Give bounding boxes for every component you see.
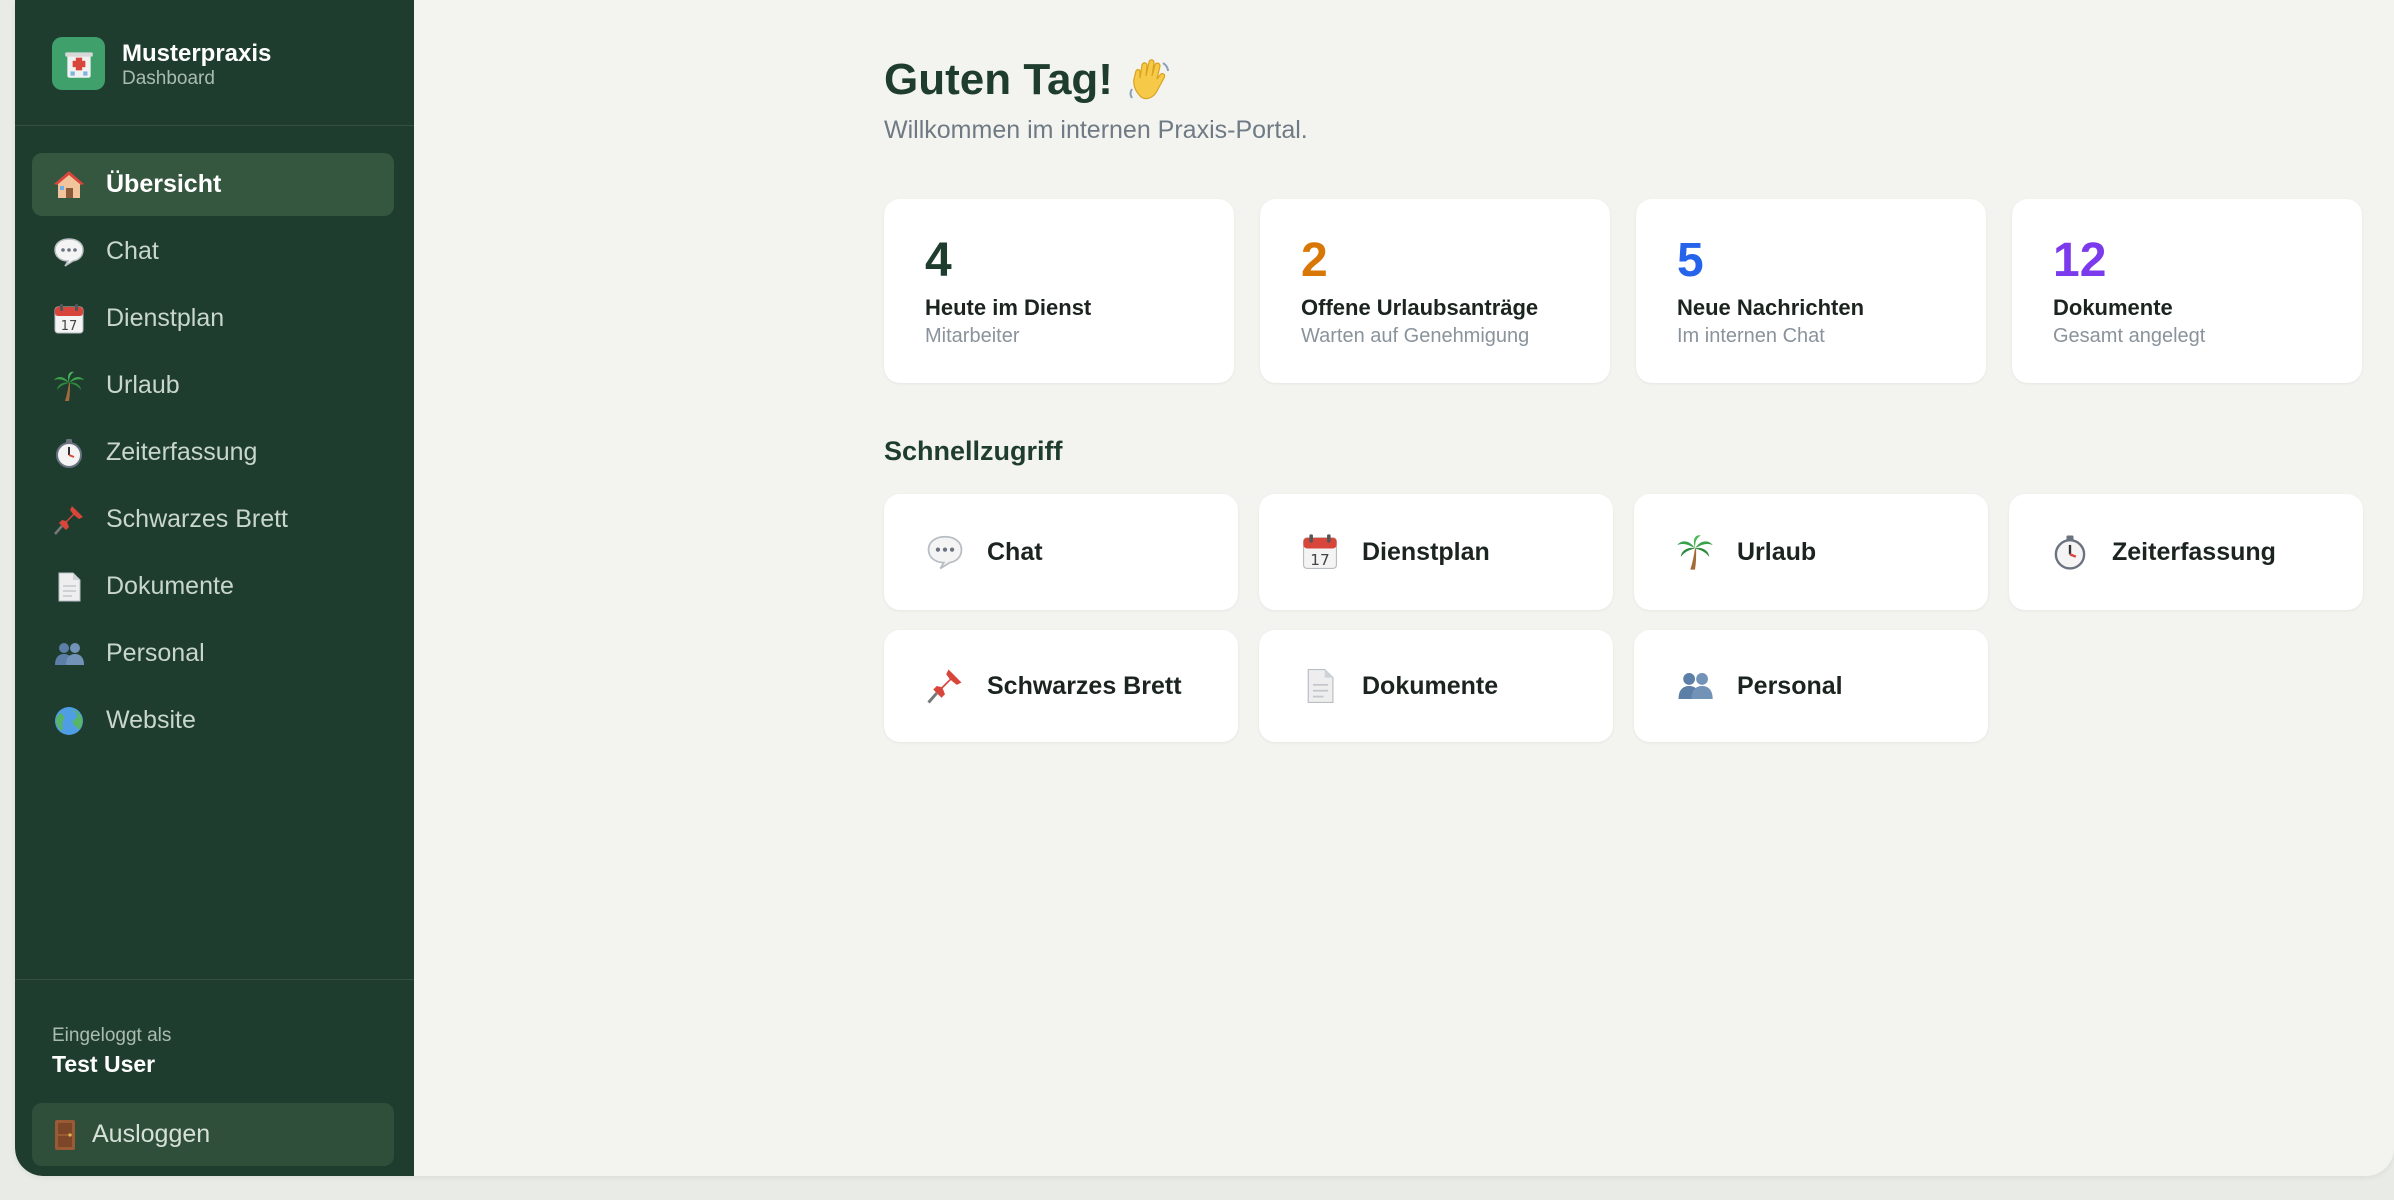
hospital-icon — [52, 37, 105, 90]
speech-bubble-icon — [52, 235, 86, 269]
stat-value: 12 — [2053, 234, 2107, 287]
stat-card-dokumente: 12 Dokumente Gesamt angelegt — [2012, 199, 2362, 383]
quick-tile-dienstplan[interactable]: Dienstplan — [1259, 494, 1613, 610]
sidebar-footer: Eingeloggt als Test User Ausloggen — [15, 979, 414, 1176]
sidebar-item-label: Dienstplan — [106, 304, 225, 332]
greeting-text: Guten Tag! — [884, 55, 1113, 104]
logged-in-user: Test User — [52, 1051, 156, 1077]
stat-value: 2 — [1301, 234, 1328, 287]
quick-access-grid: Chat Dienstplan Urlaub Zeiterfassung Sch… — [884, 494, 2364, 742]
calendar-icon — [1300, 532, 1340, 572]
pushpin-icon — [52, 503, 86, 537]
stat-label: Dokumente — [2053, 295, 2173, 320]
stat-card-nachrichten: 5 Neue Nachrichten Im internen Chat — [1636, 199, 1986, 383]
stat-label: Neue Nachrichten — [1677, 295, 1865, 320]
sidebar-item-zeiterfassung[interactable]: Zeiterfassung — [32, 421, 394, 484]
quick-tile-chat[interactable]: Chat — [884, 494, 1238, 610]
quick-access-title: Schnellzugriff — [884, 436, 1063, 466]
stats-row: 4 Heute im Dienst Mitarbeiter 2 Offene U… — [884, 199, 2364, 383]
stat-sub: Warten auf Genehmigung — [1301, 325, 1530, 347]
document-icon — [52, 570, 86, 604]
logout-label: Ausloggen — [92, 1120, 211, 1148]
palm-tree-icon — [1675, 532, 1715, 572]
sidebar-item-label: Chat — [106, 237, 159, 265]
quick-tile-schwarzes-brett[interactable]: Schwarzes Brett — [884, 630, 1238, 742]
sidebar-item-personal[interactable]: Personal — [32, 622, 394, 685]
logged-in-label: Eingeloggt als — [52, 1025, 172, 1046]
sidebar-item-label: Website — [106, 706, 196, 734]
sidebar-item-dienstplan[interactable]: Dienstplan — [32, 287, 394, 350]
stat-label: Offene Urlaubsanträge — [1301, 295, 1539, 320]
sidebar-item-label: Übersicht — [106, 170, 222, 198]
stat-value: 5 — [1677, 234, 1704, 287]
quick-tile-label: Dokumente — [1362, 671, 1499, 700]
brand: Musterpraxis Dashboard — [15, 0, 414, 126]
stopwatch-icon — [52, 436, 86, 470]
sidebar-item-label: Dokumente — [106, 572, 234, 600]
house-icon — [52, 168, 86, 202]
quick-tile-personal[interactable]: Personal — [1634, 630, 1988, 742]
sidebar-item-label: Schwarzes Brett — [106, 505, 289, 533]
globe-icon — [52, 704, 86, 738]
stat-sub: Gesamt angelegt — [2053, 325, 2206, 347]
stat-sub: Mitarbeiter — [925, 325, 1020, 347]
door-icon — [52, 1118, 78, 1152]
sidebar: Musterpraxis Dashboard Übersicht Chat Di… — [15, 0, 414, 1176]
stat-card-urlaubsantraege: 2 Offene Urlaubsanträge Warten auf Geneh… — [1260, 199, 1610, 383]
quick-tile-label: Schwarzes Brett — [987, 671, 1182, 700]
main-content: Guten Tag! Willkommen im internen Praxis… — [414, 0, 2394, 1176]
sidebar-item-chat[interactable]: Chat — [32, 220, 394, 283]
quick-tile-dokumente[interactable]: Dokumente — [1259, 630, 1613, 742]
stat-sub: Im internen Chat — [1677, 325, 1825, 347]
sidebar-item-label: Zeiterfassung — [106, 438, 258, 466]
document-icon — [1300, 666, 1340, 706]
page-subtitle: Willkommen im internen Praxis-Portal. — [884, 116, 1308, 144]
stat-value: 4 — [925, 234, 952, 287]
calendar-icon — [52, 302, 86, 336]
speech-bubble-icon — [925, 532, 965, 572]
quick-tile-label: Chat — [987, 537, 1043, 566]
quick-tile-label: Urlaub — [1737, 537, 1817, 566]
sidebar-item-urlaub[interactable]: Urlaub — [32, 354, 394, 417]
quick-tile-label: Dienstplan — [1362, 537, 1490, 566]
quick-tile-urlaub[interactable]: Urlaub — [1634, 494, 1988, 610]
stat-card-heute-im-dienst: 4 Heute im Dienst Mitarbeiter — [884, 199, 1234, 383]
pushpin-icon — [925, 666, 965, 706]
sidebar-item-label: Personal — [106, 639, 205, 667]
page-title: Guten Tag! — [884, 55, 1173, 105]
people-icon — [52, 637, 86, 671]
sidebar-item-uebersicht[interactable]: Übersicht — [32, 153, 394, 216]
quick-tile-label: Personal — [1737, 671, 1843, 700]
app-window: Musterpraxis Dashboard Übersicht Chat Di… — [15, 0, 2394, 1176]
sidebar-item-dokumente[interactable]: Dokumente — [32, 555, 394, 618]
logout-button[interactable]: Ausloggen — [32, 1103, 394, 1166]
people-icon — [1675, 666, 1715, 706]
palm-tree-icon — [52, 369, 86, 403]
quick-tile-label: Zeiterfassung — [2112, 537, 2276, 566]
brand-title: Musterpraxis — [122, 40, 272, 67]
sidebar-item-website[interactable]: Website — [32, 689, 394, 752]
sidebar-item-label: Urlaub — [106, 371, 180, 399]
stat-label: Heute im Dienst — [925, 295, 1092, 320]
quick-tile-zeiterfassung[interactable]: Zeiterfassung — [2009, 494, 2363, 610]
stopwatch-icon — [2050, 532, 2090, 572]
brand-subtitle: Dashboard — [122, 68, 215, 89]
sidebar-item-schwarzes-brett[interactable]: Schwarzes Brett — [32, 488, 394, 551]
waving-hand-icon — [1127, 57, 1173, 103]
sidebar-nav: Übersicht Chat Dienstplan Urlaub Zeiterf… — [32, 153, 394, 756]
